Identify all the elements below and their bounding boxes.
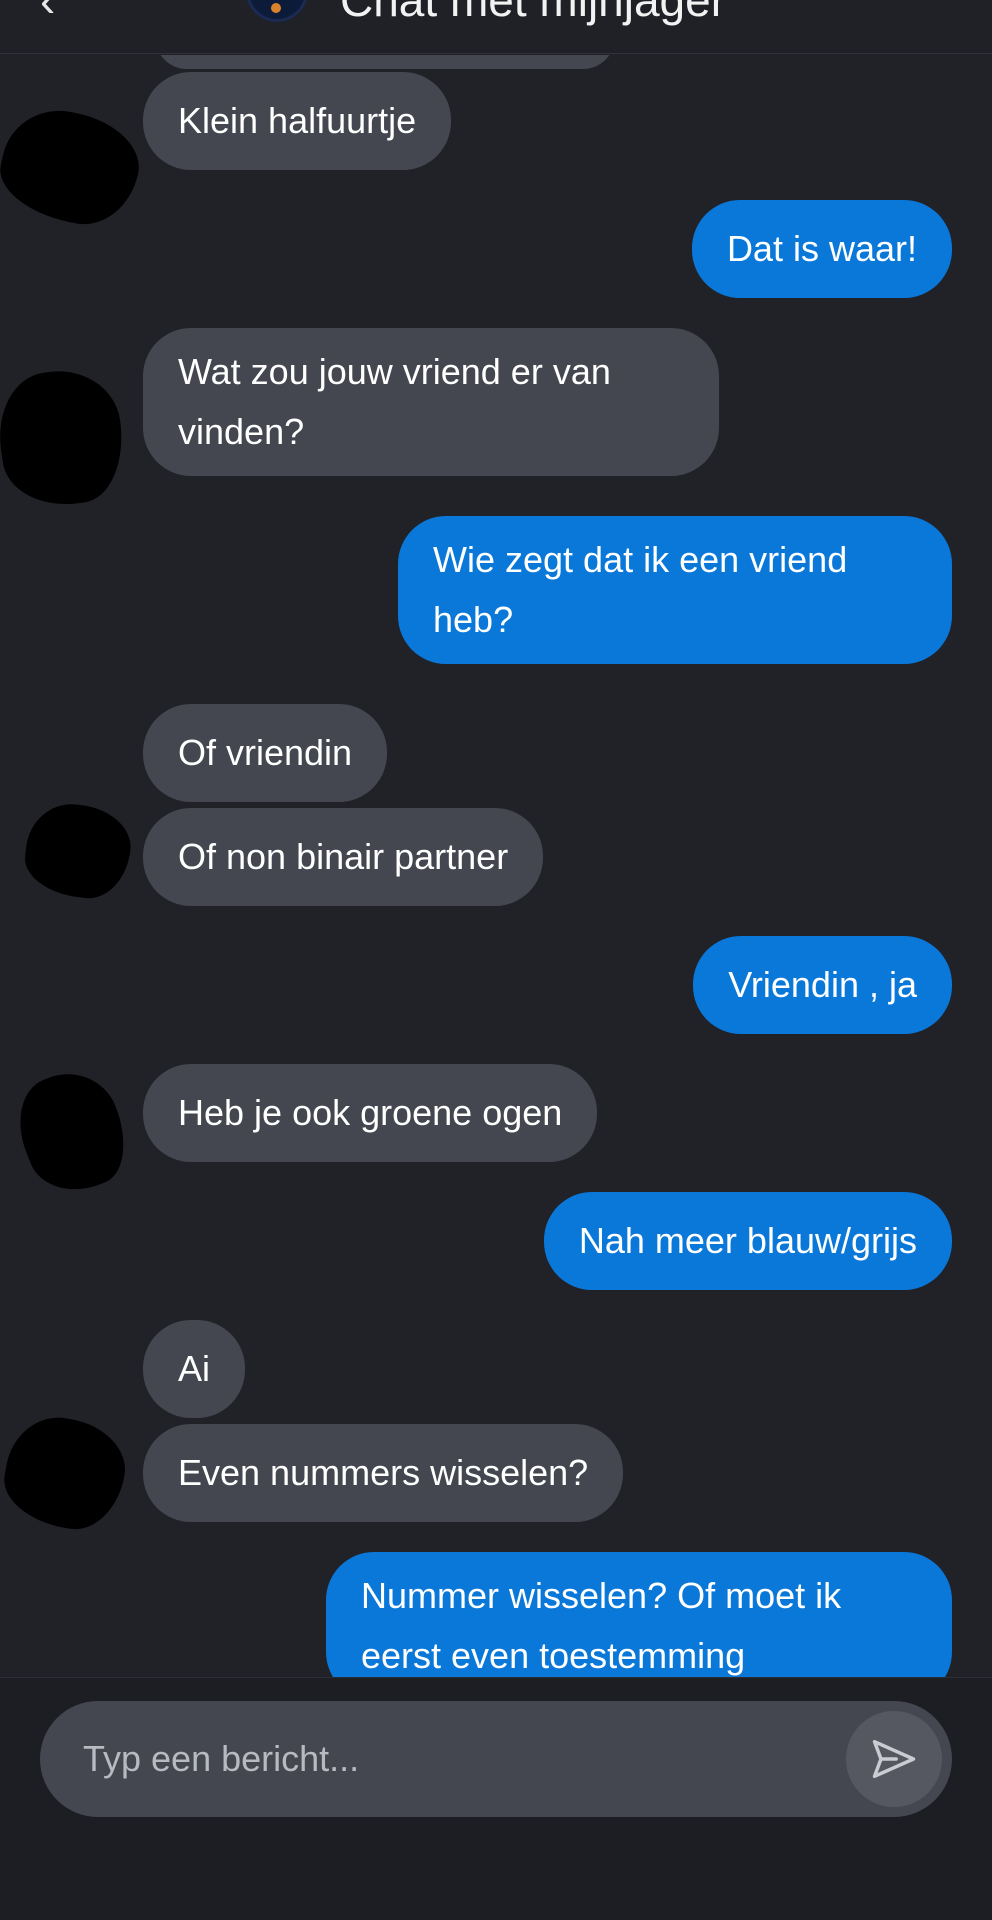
message-list[interactable]: Klein halfuurtje Dat is waar! Wat zou jo… bbox=[0, 55, 992, 1677]
message-bubble-outgoing: Nah meer blauw/grijs bbox=[543, 1192, 952, 1290]
contact-avatar[interactable] bbox=[246, 0, 308, 22]
redacted-avatar bbox=[0, 1409, 133, 1537]
message-bubble-outgoing: Vriendin , ja bbox=[693, 936, 952, 1034]
redacted-avatar bbox=[21, 799, 135, 903]
redacted-avatar bbox=[0, 100, 148, 234]
message-bubble-outgoing: Nummer wisselen? Of moet ik eerst even t… bbox=[326, 1552, 952, 1677]
send-button[interactable] bbox=[846, 1711, 942, 1807]
message-input[interactable] bbox=[83, 1701, 823, 1817]
message-composer bbox=[0, 1677, 992, 1920]
message-bubble-incoming: Heb je ook groene ogen bbox=[143, 1064, 598, 1162]
redacted-avatar bbox=[0, 363, 131, 513]
chat-header: ‹ Chat met mijnjager bbox=[0, 0, 992, 54]
message-bubble-incoming: Even nummers wisselen? bbox=[143, 1424, 624, 1522]
chat-title: Chat met mijnjager bbox=[340, 0, 727, 26]
message-bubble-incoming: Ai bbox=[143, 1320, 246, 1418]
message-bubble-incoming-partial bbox=[155, 55, 615, 69]
message-bubble-outgoing: Dat is waar! bbox=[691, 200, 952, 298]
message-bubble-outgoing: Wie zegt dat ik een vriend heb? bbox=[398, 516, 952, 664]
message-bubble-incoming: Of non binair partner bbox=[143, 808, 544, 906]
chevron-left-icon[interactable]: ‹ bbox=[40, 0, 100, 30]
send-icon bbox=[872, 1739, 916, 1779]
message-bubble-incoming: Klein halfuurtje bbox=[143, 72, 452, 170]
message-input-container bbox=[40, 1701, 952, 1817]
message-bubble-incoming: Wat zou jouw vriend er van vinden? bbox=[143, 328, 719, 476]
redacted-avatar bbox=[3, 1058, 141, 1206]
message-bubble-incoming: Of vriendin bbox=[143, 704, 388, 802]
chat-screen: ‹ Chat met mijnjager Klein halfuurtje Da… bbox=[0, 0, 992, 1920]
